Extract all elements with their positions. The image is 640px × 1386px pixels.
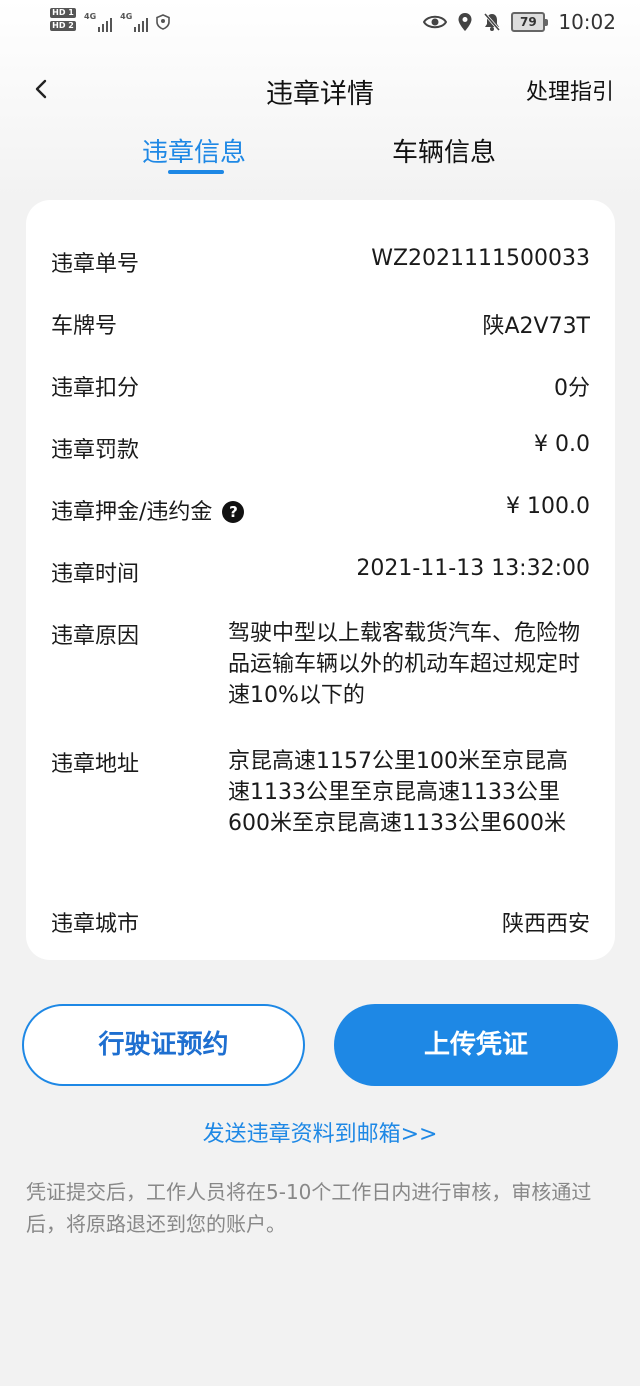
battery-level: 79 [511,12,546,32]
violation-detail-card: 违章单号 WZ2021111500033 车牌号 陕A2V73T 违章扣分 0分… [26,200,615,960]
ticket-no-label: 违章单号 [51,252,140,277]
status-left: HD 1 HD 2 4G 4G [50,8,171,32]
deposit-value: ¥ 100.0 [506,494,590,519]
hd1-badge: HD 1 [50,8,76,18]
upload-proof-button[interactable]: 上传凭证 [334,1004,618,1086]
guide-link[interactable]: 处理指引 [526,74,614,106]
signal-1-label: 4G [84,12,97,21]
plate-label: 车牌号 [51,314,118,339]
signal-2-label: 4G [120,12,133,21]
eye-icon [423,15,448,29]
license-appointment-button[interactable]: 行驶证预约 [22,1004,305,1086]
deposit-label-wrap: 违章押金/违约金? [51,494,245,526]
help-icon[interactable]: ? [222,501,245,523]
location-icon [458,13,472,31]
send-email-link[interactable]: 发送违章资料到邮箱>> [0,1116,640,1148]
bell-muted-icon [484,13,501,31]
status-bar: HD 1 HD 2 4G 4G 79 10:02 [0,0,640,48]
tab-vehicle-info[interactable]: 车辆信息 [392,132,496,169]
refund-note: 凭证提交后，工作人员将在5-10个工作日内进行审核，审核通过后，将原路退还到您的… [26,1180,592,1236]
city-value: 陕西西安 [501,912,590,937]
deposit-label: 违章押金/违约金 [51,500,213,525]
shield-icon [156,14,171,30]
tab-bar: 违章信息 车辆信息 [0,128,640,188]
status-time: 10:02 [558,10,616,34]
plate-value: 陕A2V73T [482,314,590,339]
signal-icon: 4G [84,12,113,32]
tab-violation-info[interactable]: 违章信息 [142,132,246,169]
city-label: 违章城市 [51,912,140,937]
header: 违章详情 处理指引 [0,60,640,120]
time-label: 违章时间 [51,562,140,587]
hd-badges: HD 1 HD 2 [50,8,76,31]
status-right: 79 10:02 [423,10,616,34]
fine-label: 违章罚款 [51,438,140,463]
reason-label: 违章原因 [51,624,140,649]
points-label: 违章扣分 [51,376,140,401]
points-value: 0分 [554,376,590,401]
active-tab-indicator [168,170,224,174]
fine-value: ¥ 0.0 [534,432,590,457]
battery-icon: 79 [511,12,549,32]
address-label: 违章地址 [51,752,140,777]
reason-value: 驾驶中型以上载客载货汽车、危险物品运输车辆以外的机动车超过规定时速10%以下的 [228,621,581,708]
signal-icon: 4G [120,12,149,32]
time-value: 2021-11-13 13:32:00 [356,556,590,581]
address-value: 京昆高速1157公里100米至京昆高速1133公里至京昆高速1133公里600米… [228,749,568,836]
hd2-badge: HD 2 [50,21,76,31]
ticket-no-value: WZ2021111500033 [371,246,590,271]
